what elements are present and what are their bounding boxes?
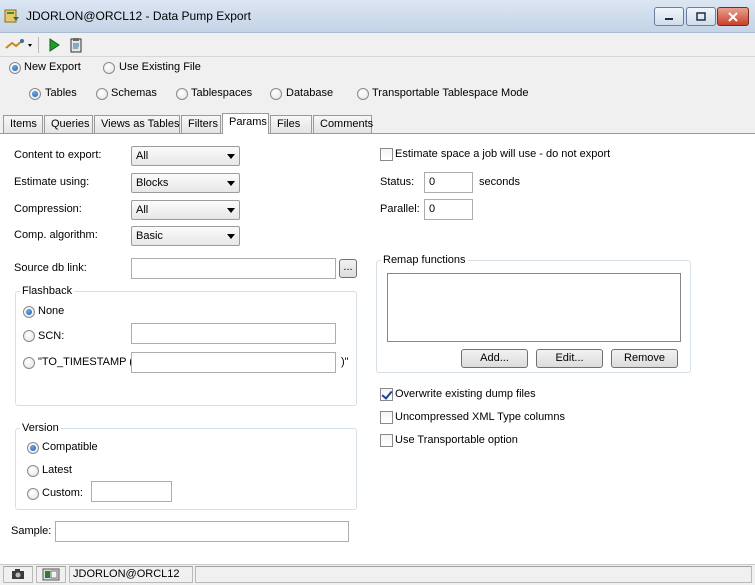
overwrite-dump-files-label[interactable]: Overwrite existing dump files <box>395 388 536 400</box>
estimate-only-checkbox[interactable] <box>380 148 393 161</box>
new-export-label[interactable]: New Export <box>24 61 81 73</box>
estimate-using-select[interactable]: Blocks <box>131 173 240 193</box>
version-compatible-radio[interactable] <box>27 442 39 454</box>
version-compatible-label[interactable]: Compatible <box>42 441 98 453</box>
remap-functions-list[interactable] <box>387 273 681 342</box>
scope-database-label[interactable]: Database <box>286 87 333 99</box>
sample-label: Sample: <box>11 525 52 537</box>
use-existing-file-radio[interactable] <box>103 62 115 74</box>
status-bar: JDORLON@ORCL12 <box>0 564 755 583</box>
version-latest-label[interactable]: Latest <box>42 464 72 476</box>
compression-label: Compression: <box>14 203 82 215</box>
connection-status: JDORLON@ORCL12 <box>69 566 193 583</box>
compression-select[interactable]: All <box>131 200 240 220</box>
status-message-area <box>195 566 752 583</box>
remap-edit-button[interactable]: Edit... <box>536 349 603 368</box>
estimate-only-label[interactable]: Estimate space a job will use - do not e… <box>395 148 610 160</box>
version-custom-radio[interactable] <box>27 488 39 500</box>
parallel-label: Parallel: <box>380 203 420 215</box>
content-to-export-select[interactable]: All <box>131 146 240 166</box>
window-title: JDORLON@ORCL12 - Data Pump Export <box>26 9 251 23</box>
minimize-button[interactable] <box>654 7 684 26</box>
estimate-using-value: Blocks <box>136 177 169 189</box>
chevron-down-icon <box>227 181 235 186</box>
flashback-scn-label[interactable]: SCN: <box>38 330 64 342</box>
flashback-title: Flashback <box>20 285 75 297</box>
status-input[interactable]: 0 <box>424 172 473 193</box>
version-title: Version <box>20 422 61 434</box>
title-bar: JDORLON@ORCL12 - Data Pump Export <box>0 0 755 33</box>
clipboard-icon[interactable] <box>66 35 86 55</box>
scope-tablespaces-label[interactable]: Tablespaces <box>191 87 252 99</box>
scope-tables-radio[interactable] <box>29 88 41 100</box>
transportable-option-checkbox[interactable] <box>380 434 393 447</box>
toolbar-separator <box>38 37 39 53</box>
tab-comments[interactable]: Comments <box>313 115 373 133</box>
flashback-timestamp-close: )" <box>341 356 349 368</box>
status-unit-label: seconds <box>479 176 520 188</box>
tab-params[interactable]: Params <box>222 113 269 134</box>
estimate-using-label: Estimate using: <box>14 176 90 188</box>
uncompressed-xml-checkbox[interactable] <box>380 411 393 424</box>
scope-tablespaces-radio[interactable] <box>176 88 188 100</box>
version-latest-radio[interactable] <box>27 465 39 477</box>
toolbar <box>0 33 755 57</box>
tab-items[interactable]: Items <box>3 115 43 133</box>
close-icon <box>728 11 738 22</box>
tab-views-as-tables[interactable]: Views as Tables <box>94 115 180 133</box>
tab-queries[interactable]: Queries <box>44 115 93 133</box>
minimize-icon <box>665 17 673 20</box>
uncompressed-xml-label[interactable]: Uncompressed XML Type columns <box>395 411 565 423</box>
data-pump-icon <box>4 8 20 24</box>
flashback-none-label[interactable]: None <box>38 305 64 317</box>
status-label: Status: <box>380 176 415 188</box>
content-to-export-label: Content to export: <box>14 149 102 161</box>
tab-filters[interactable]: Filters <box>181 115 221 133</box>
database-icon[interactable] <box>36 566 66 583</box>
remap-remove-button[interactable]: Remove <box>611 349 678 368</box>
maximize-icon <box>696 12 706 21</box>
comp-algorithm-label: Comp. algorithm: <box>14 229 98 241</box>
scope-database-radio[interactable] <box>270 88 282 100</box>
version-custom-input[interactable] <box>91 481 172 502</box>
transportable-option-label[interactable]: Use Transportable option <box>395 434 518 446</box>
flashback-group <box>15 291 357 406</box>
remap-add-button[interactable]: Add... <box>461 349 528 368</box>
compression-value: All <box>136 204 149 216</box>
chevron-down-icon <box>227 208 235 213</box>
scope-schemas-radio[interactable] <box>96 88 108 100</box>
close-button[interactable] <box>717 7 749 26</box>
scope-tables-label[interactable]: Tables <box>45 87 77 99</box>
use-existing-file-label[interactable]: Use Existing File <box>119 61 201 73</box>
scope-transportable-radio[interactable] <box>357 88 369 100</box>
comp-algorithm-value: Basic <box>136 230 163 242</box>
source-db-link-input[interactable] <box>131 258 336 279</box>
run-icon[interactable] <box>44 35 64 55</box>
scope-schemas-label[interactable]: Schemas <box>111 87 157 99</box>
flashback-scn-input[interactable] <box>131 323 336 344</box>
sample-input[interactable] <box>55 521 349 542</box>
tab-files[interactable]: Files <box>270 115 312 133</box>
flashback-timestamp-input[interactable] <box>131 352 336 373</box>
scope-transportable-label[interactable]: Transportable Tablespace Mode <box>372 87 529 99</box>
overwrite-dump-files-checkbox[interactable] <box>380 388 393 401</box>
source-db-link-browse-button[interactable]: ... <box>339 259 357 278</box>
camera-icon[interactable] <box>3 566 33 583</box>
new-export-radio[interactable] <box>9 62 21 74</box>
flashback-scn-radio[interactable] <box>23 330 35 342</box>
flashback-none-radio[interactable] <box>23 306 35 318</box>
content-to-export-value: All <box>136 150 149 162</box>
flashback-timestamp-radio[interactable] <box>23 357 35 369</box>
connect-dropdown-icon[interactable] <box>4 35 34 55</box>
chevron-down-icon <box>227 234 235 239</box>
chevron-down-icon <box>227 154 235 159</box>
flashback-timestamp-label[interactable]: "TO_TIMESTAMP ( <box>38 356 133 368</box>
version-custom-label[interactable]: Custom: <box>42 487 83 499</box>
parallel-input[interactable]: 0 <box>424 199 473 220</box>
source-db-link-label: Source db link: <box>14 262 87 274</box>
maximize-button[interactable] <box>686 7 716 26</box>
remap-functions-title: Remap functions <box>381 254 468 266</box>
comp-algorithm-select[interactable]: Basic <box>131 226 240 246</box>
